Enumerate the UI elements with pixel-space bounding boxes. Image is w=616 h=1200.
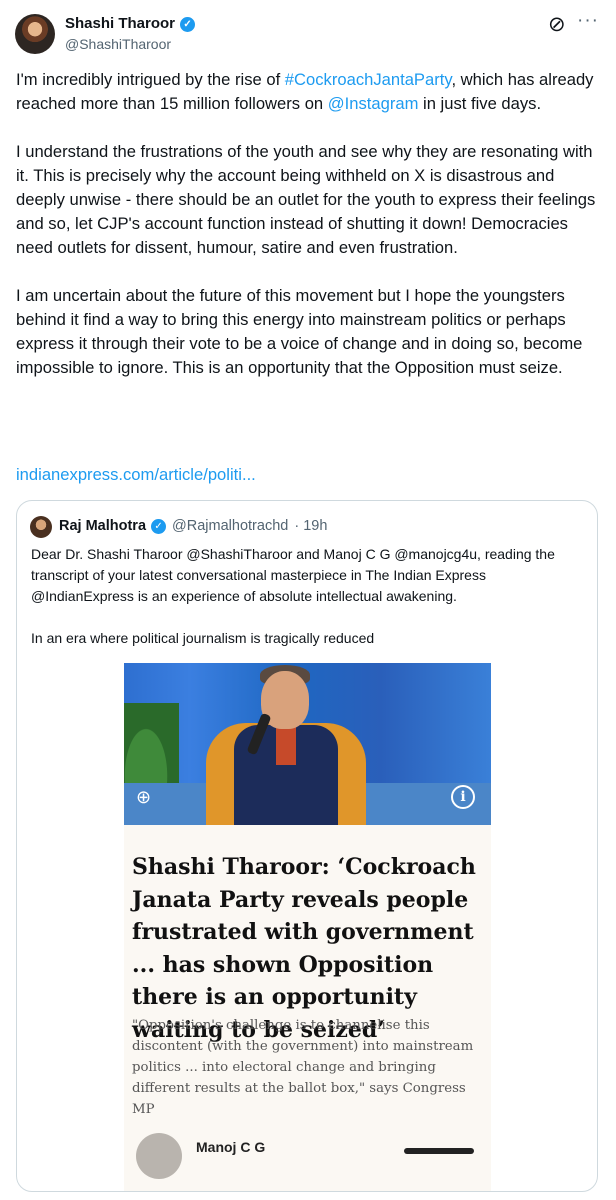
quote-header: Raj Malhotra ✓ @Rajmalhotrachd · 19h bbox=[59, 518, 327, 534]
zoom-icon[interactable]: ⊕ bbox=[136, 787, 158, 809]
quote-author-avatar[interactable] bbox=[30, 516, 52, 538]
tweet-text: I'm incredibly intrigued by the rise of … bbox=[16, 68, 606, 404]
author-name[interactable]: Shashi Tharoor ✓ bbox=[65, 15, 196, 32]
tweet-paragraph-3: I am uncertain about the future of this … bbox=[16, 286, 583, 377]
byline-avatar bbox=[136, 1133, 182, 1179]
article-card-image[interactable]: ⊕ i Shashi Tharoor: ‘Cockroach Janata Pa… bbox=[124, 663, 491, 1191]
author-handle[interactable]: @ShashiTharoor bbox=[65, 36, 171, 52]
quote-paragraph-1: Dear Dr. Shashi Tharoor @ShashiTharoor a… bbox=[31, 546, 555, 604]
info-icon[interactable]: i bbox=[451, 785, 475, 809]
more-icon[interactable]: ··· bbox=[577, 10, 599, 32]
quote-text: Dear Dr. Shashi Tharoor @ShashiTharoor a… bbox=[31, 544, 587, 670]
mention-link[interactable]: @Instagram bbox=[328, 94, 419, 113]
quote-paragraph-2: In an era where political journalism is … bbox=[31, 630, 375, 646]
grok-icon[interactable]: ⊘ bbox=[548, 12, 566, 37]
tweet-paragraph-2: I understand the frustrations of the you… bbox=[16, 142, 596, 257]
verified-badge-icon: ✓ bbox=[151, 519, 167, 534]
verified-badge-icon: ✓ bbox=[180, 17, 196, 32]
article-url-link[interactable]: indianexpress.com/article/politi... bbox=[16, 463, 256, 487]
article-standfirst: "Opposition's challenge is to channelise… bbox=[132, 1018, 474, 1117]
quote-author-handle[interactable]: @Rajmalhotrachd bbox=[172, 518, 288, 534]
quote-author-name[interactable]: Raj Malhotra bbox=[59, 518, 146, 534]
quote-timestamp[interactable]: · 19h bbox=[294, 518, 327, 534]
author-avatar[interactable] bbox=[15, 14, 55, 54]
article-byline: Manoj C G bbox=[196, 1139, 266, 1155]
hashtag-link[interactable]: #CockroachJantaParty bbox=[285, 70, 452, 89]
tweet-paragraph-1: I'm incredibly intrigued by the rise of … bbox=[16, 70, 594, 113]
byline-divider bbox=[404, 1148, 474, 1154]
article-photo: ⊕ i bbox=[124, 663, 491, 825]
quoted-tweet[interactable]: Raj Malhotra ✓ @Rajmalhotrachd · 19h Dear… bbox=[16, 500, 598, 1192]
